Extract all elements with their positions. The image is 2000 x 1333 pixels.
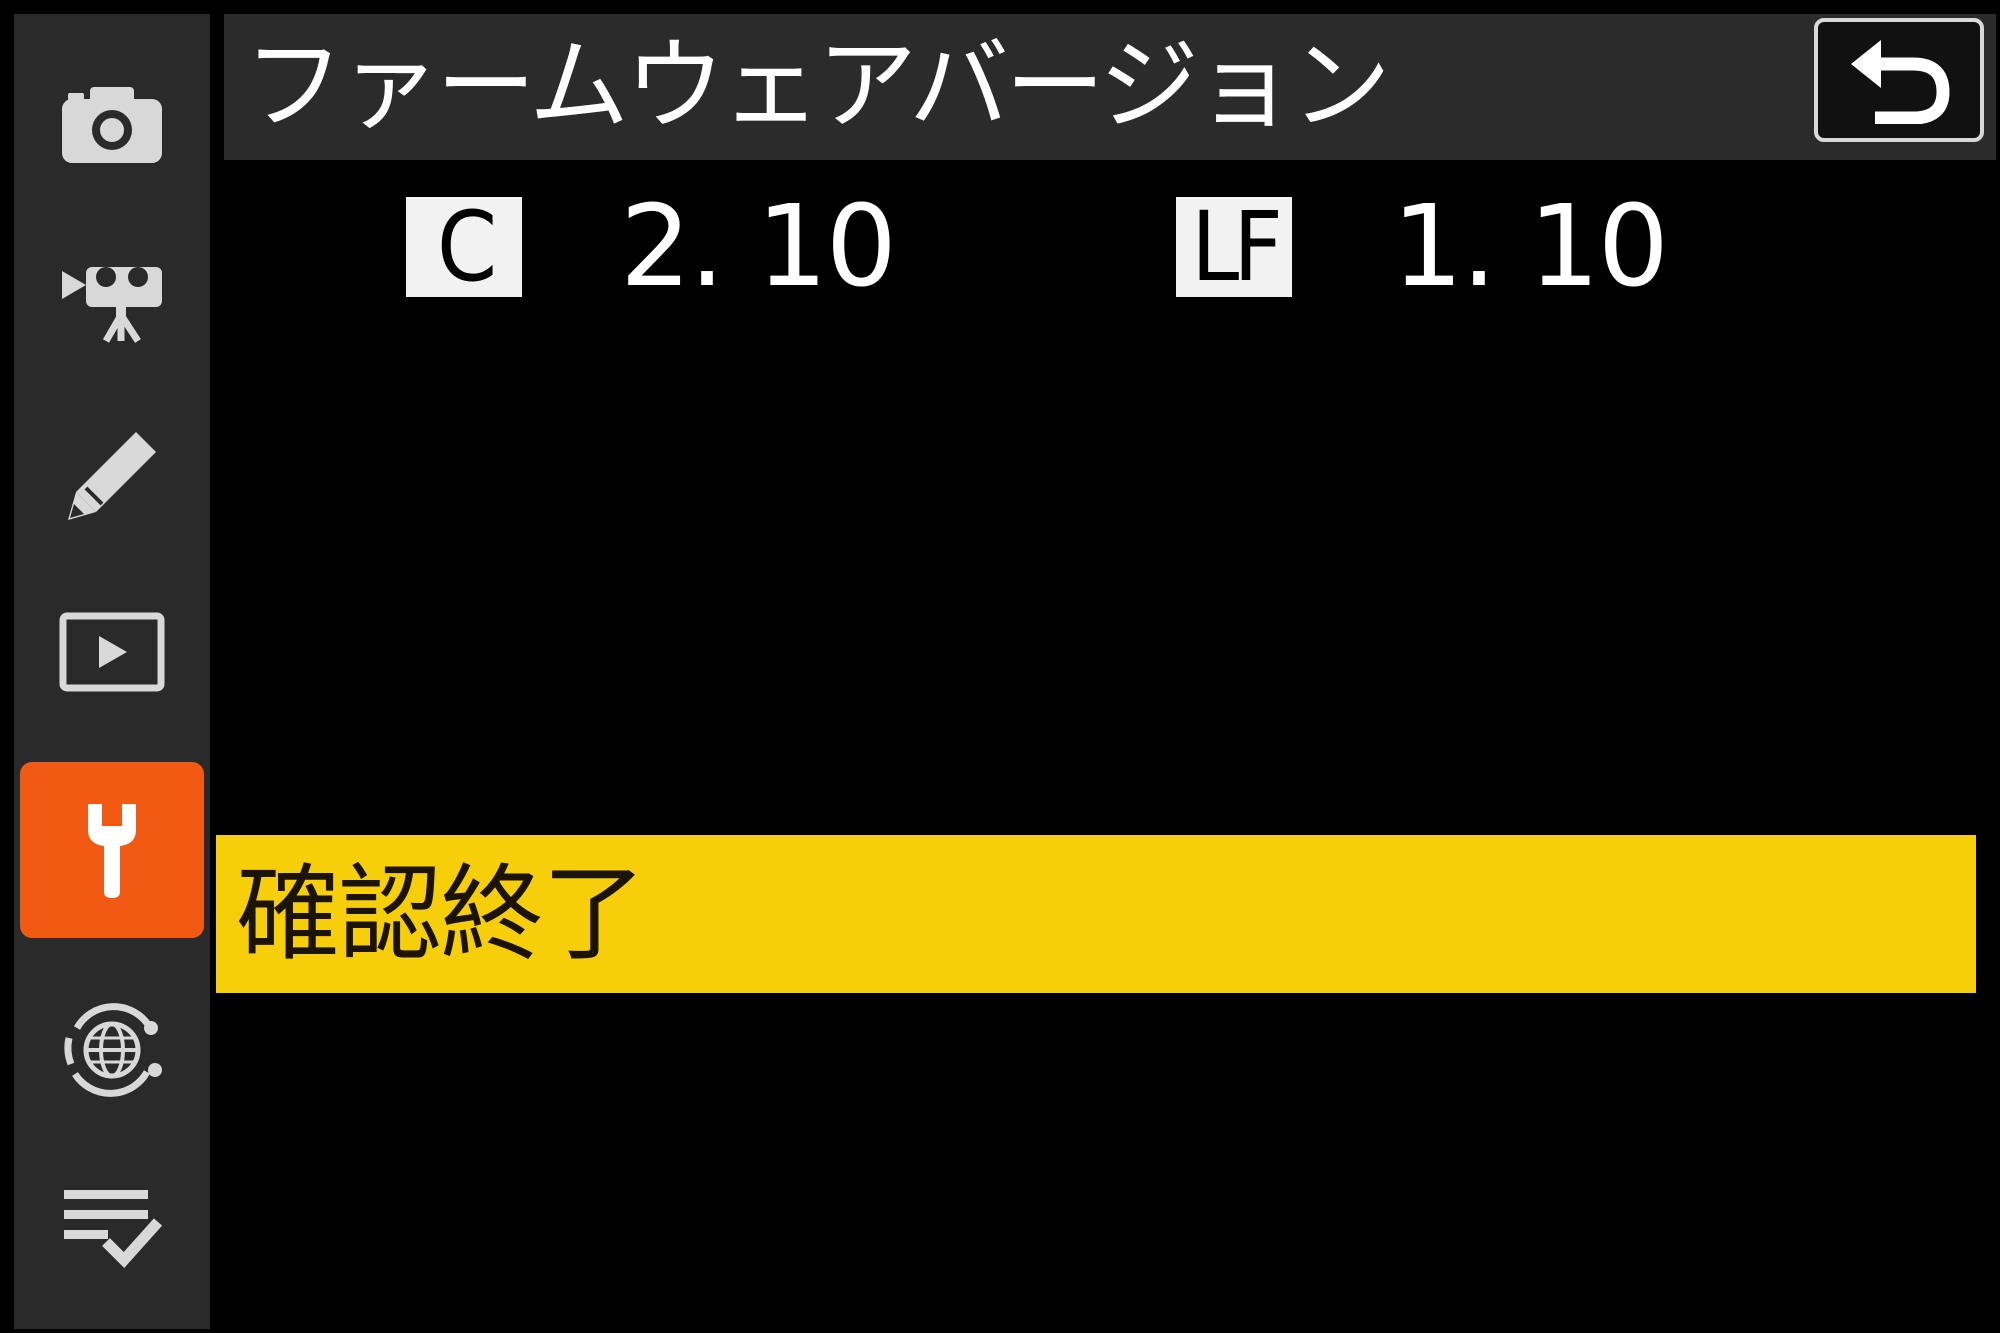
tab-playback-menu[interactable] xyxy=(20,564,204,740)
menu-header: ファームウェアバージョン xyxy=(224,14,1996,160)
play-icon xyxy=(59,612,165,692)
tab-network-menu[interactable] xyxy=(20,962,204,1138)
lens-firmware-version: 1. 10 xyxy=(1392,182,1669,312)
confirm-exit-label: 確認終了 xyxy=(236,853,646,975)
menu-sidebar xyxy=(14,14,210,1329)
body-firmware-badge: C xyxy=(406,197,522,297)
confirm-exit-option[interactable]: 確認終了 xyxy=(216,835,1976,993)
back-button[interactable] xyxy=(1814,18,1984,142)
tab-photo-shooting-menu[interactable] xyxy=(20,36,204,212)
pencil-icon xyxy=(68,432,156,520)
movie-camera-icon xyxy=(62,267,162,343)
lens-firmware-badge: LF xyxy=(1176,197,1292,297)
tab-custom-settings-menu[interactable] xyxy=(20,388,204,564)
wrench-icon xyxy=(88,804,136,898)
tab-setup-menu[interactable] xyxy=(20,762,204,938)
network-globe-icon xyxy=(64,1003,162,1097)
tab-movie-shooting-menu[interactable] xyxy=(20,212,204,388)
page-title: ファームウェアバージョン xyxy=(244,27,1391,144)
tab-my-menu[interactable] xyxy=(20,1138,204,1314)
checklist-icon xyxy=(64,1190,163,1268)
body-firmware-version: 2. 10 xyxy=(620,182,897,312)
camera-icon xyxy=(62,87,162,163)
return-arrow-icon xyxy=(1851,40,1950,124)
